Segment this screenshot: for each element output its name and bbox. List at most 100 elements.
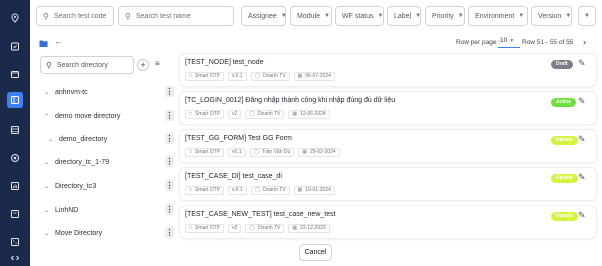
rows-per-page-select[interactable]: 10 ▼ xyxy=(498,37,520,48)
kebab-menu-icon[interactable]: ⋮ xyxy=(165,227,174,238)
assignee-dropdown[interactable]: Assignee ▼ xyxy=(241,6,287,26)
directory-item[interactable]: ⌃ demo move directory ⋮ xyxy=(44,109,174,123)
folder-icon[interactable]: 🖿 xyxy=(39,37,48,53)
cancel-button[interactable]: Cancel xyxy=(299,244,332,261)
directory-item[interactable]: ⌄ demo_directory ⋮ xyxy=(44,132,174,146)
edit-icon[interactable]: ✎ xyxy=(578,134,586,145)
search-test-name-field[interactable]: ⚲ xyxy=(118,6,234,26)
test-case-title[interactable]: [TEST_CASE_NEW_TEST] test_case_new_test xyxy=(185,211,336,218)
search-test-code-field[interactable]: ⚲ xyxy=(36,6,114,26)
owner-label: Trần Văn Du xyxy=(262,149,291,155)
directory-item[interactable]: ⌄ Move Directory ⋮ xyxy=(44,226,174,240)
test-case-card[interactable]: [TEST_CASE_DI] test_case_di □ Smart OTP v… xyxy=(180,168,596,200)
settings-icon[interactable] xyxy=(7,234,23,250)
target-icon[interactable] xyxy=(7,150,23,166)
table-icon[interactable] xyxy=(7,122,23,138)
chevron-down-icon[interactable]: ⌄ xyxy=(44,183,52,190)
tag-icon: □ xyxy=(189,187,193,193)
chevron-down-icon: ▼ xyxy=(415,13,422,19)
user-icon: ◯ xyxy=(249,111,255,117)
environment-label: Environment xyxy=(475,12,515,20)
row-range: Row 51 - 55 of 55 xyxy=(522,39,574,46)
filter-bar: ⚲ ⚲ Assignee ▼ Module ▼ WF status ▼ Labe… xyxy=(36,6,596,28)
owner-chip: ◯ Doanh TV xyxy=(245,223,285,233)
chevron-up-icon[interactable]: ⌃ xyxy=(44,113,52,120)
chevron-down-icon[interactable]: ⌄ xyxy=(44,159,52,166)
calendar-icon: ▦ xyxy=(292,111,298,117)
test-case-title[interactable]: [TC_LOGIN_0012] Đăng nhập thành công khi… xyxy=(185,97,395,104)
kebab-menu-icon[interactable]: ⋮ xyxy=(165,180,174,191)
tool-chip: □ Smart OTP xyxy=(185,223,225,233)
filter-icon[interactable]: ≡ xyxy=(155,59,160,68)
environment-dropdown[interactable]: Environment ▼ xyxy=(468,6,528,26)
chevron-down-icon: ▼ xyxy=(457,13,464,19)
test-case-title[interactable]: [TEST_CASE_DI] test_case_di xyxy=(185,173,282,180)
test-case-card[interactable]: [TEST_GG_FORM] Test GG Form □ Smart OTP v… xyxy=(180,130,596,162)
chevron-down-icon[interactable]: ⌄ xyxy=(44,207,52,214)
back-arrow-icon[interactable]: ← xyxy=(54,36,63,46)
wf-status-dropdown[interactable]: WF status ▼ xyxy=(335,6,384,26)
status-badge: Update xyxy=(551,174,578,183)
owner-chip: ◯ Doanh TV xyxy=(250,185,290,195)
module-dropdown[interactable]: Module ▼ xyxy=(290,6,332,26)
search-test-name-input[interactable] xyxy=(135,12,227,20)
priority-label: Priority xyxy=(432,12,454,20)
chart-icon[interactable] xyxy=(7,178,23,194)
next-page-button[interactable]: › xyxy=(583,37,586,47)
wf-status-label: WF status xyxy=(342,12,374,20)
kebab-menu-icon[interactable]: ⋮ xyxy=(165,204,174,215)
calendar-check-icon[interactable] xyxy=(7,38,23,54)
test-case-title[interactable]: [TEST_GG_FORM] Test GG Form xyxy=(185,135,292,142)
chevron-down-icon[interactable]: ⌄ xyxy=(48,136,56,143)
test-cases-icon[interactable] xyxy=(7,92,23,108)
kebab-menu-icon[interactable]: ⋮ xyxy=(165,86,174,97)
code-icon[interactable] xyxy=(7,250,23,266)
tool-chip: □ Smart OTP xyxy=(185,185,225,195)
directory-label: LinhND xyxy=(55,206,79,214)
version-label: v2 xyxy=(232,111,238,117)
edit-icon[interactable]: ✎ xyxy=(578,210,586,221)
edit-icon[interactable]: ✎ xyxy=(578,58,586,69)
add-directory-button[interactable]: + xyxy=(137,59,149,71)
edit-icon[interactable]: ✎ xyxy=(578,96,586,107)
test-case-card[interactable]: [TEST_NODE] test_node □ Smart OTP v.0.1 ◯… xyxy=(180,54,596,86)
user-icon: ◯ xyxy=(254,187,261,193)
chevron-down-icon: ▼ xyxy=(323,13,330,19)
chevron-down-icon: ▼ xyxy=(565,13,572,19)
date-label: 06-07-2024 xyxy=(305,73,331,79)
more-filters-button[interactable]: ▼ xyxy=(578,6,596,26)
window-icon[interactable] xyxy=(7,206,23,222)
tool-label: Smart OTP xyxy=(195,111,221,117)
directory-item[interactable]: ⌄ Directory_tc3 ⋮ xyxy=(44,179,174,193)
previous-page-button[interactable]: ‹ xyxy=(568,37,571,47)
search-directory-input[interactable] xyxy=(56,61,128,69)
directory-label: Directory_tc3 xyxy=(55,182,97,190)
search-directory-field[interactable]: ⚲ xyxy=(40,56,134,74)
directory-item[interactable]: ⌄ anhnvm-tc ⋮ xyxy=(44,85,174,99)
chevron-down-icon[interactable]: ⌄ xyxy=(44,230,52,237)
module-label: Module xyxy=(297,12,320,20)
test-case-title[interactable]: [TEST_NODE] test_node xyxy=(185,59,264,66)
version-chip: v.0.1 xyxy=(228,71,247,81)
date-chip: ▦ 06-07-2024 xyxy=(293,71,335,81)
kebab-menu-icon[interactable]: ⋮ xyxy=(165,156,174,167)
edit-icon[interactable]: ✎ xyxy=(578,172,586,183)
priority-dropdown[interactable]: Priority ▼ xyxy=(425,6,465,26)
search-test-code-input[interactable] xyxy=(53,12,107,20)
folder-icon[interactable] xyxy=(7,66,23,82)
kebab-menu-icon[interactable]: ⋮ xyxy=(165,133,174,144)
rows-per-page-value: 10 xyxy=(500,37,508,44)
location-icon[interactable] xyxy=(7,10,23,26)
chevron-down-icon[interactable]: ⌄ xyxy=(44,89,52,96)
directory-item[interactable]: ⌄ directory_tc_1-79 ⋮ xyxy=(44,155,174,169)
test-case-card[interactable]: [TC_LOGIN_0012] Đăng nhập thành công khi… xyxy=(180,92,596,124)
kebab-menu-icon[interactable]: ⋮ xyxy=(165,110,174,121)
version-label: v.0.1 xyxy=(232,73,243,79)
version-dropdown[interactable]: Version ▼ xyxy=(531,6,572,26)
test-case-meta: □ Smart OTP v.0.1 ◯ Doanh TV ▦ 10-01-2024 xyxy=(185,185,335,195)
test-case-card[interactable]: [TEST_CASE_NEW_TEST] test_case_new_test … xyxy=(180,206,596,238)
chevron-down-icon: ▼ xyxy=(280,13,287,19)
owner-label: Doanh TV xyxy=(263,187,286,193)
label-dropdown[interactable]: Label ▼ xyxy=(387,6,421,26)
directory-item[interactable]: ⌄ LinhND ⋮ xyxy=(44,203,174,217)
